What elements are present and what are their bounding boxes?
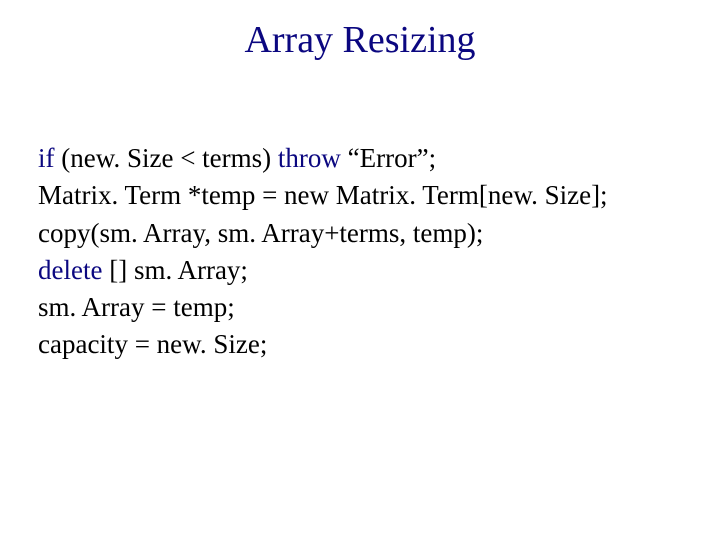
code-block: if (new. Size < terms) throw “Error”; Ma… <box>38 140 682 364</box>
slide-title: Array Resizing <box>38 18 682 62</box>
keyword-delete: delete <box>38 255 102 285</box>
code-text: “Error”; <box>341 143 436 173</box>
code-line-3: copy(sm. Array, sm. Array+terms, temp); <box>38 215 682 252</box>
code-line-4: delete [] sm. Array; <box>38 252 682 289</box>
keyword-throw: throw <box>278 143 341 173</box>
code-line-2: Matrix. Term *temp = new Matrix. Term[ne… <box>38 177 682 214</box>
code-line-6: capacity = new. Size; <box>38 326 682 363</box>
code-line-1: if (new. Size < terms) throw “Error”; <box>38 140 682 177</box>
keyword-if: if <box>38 143 55 173</box>
slide: Array Resizing if (new. Size < terms) th… <box>0 0 720 540</box>
code-text: [] sm. Array; <box>102 255 247 285</box>
code-text: (new. Size < terms) <box>55 143 278 173</box>
code-line-5: sm. Array = temp; <box>38 289 682 326</box>
